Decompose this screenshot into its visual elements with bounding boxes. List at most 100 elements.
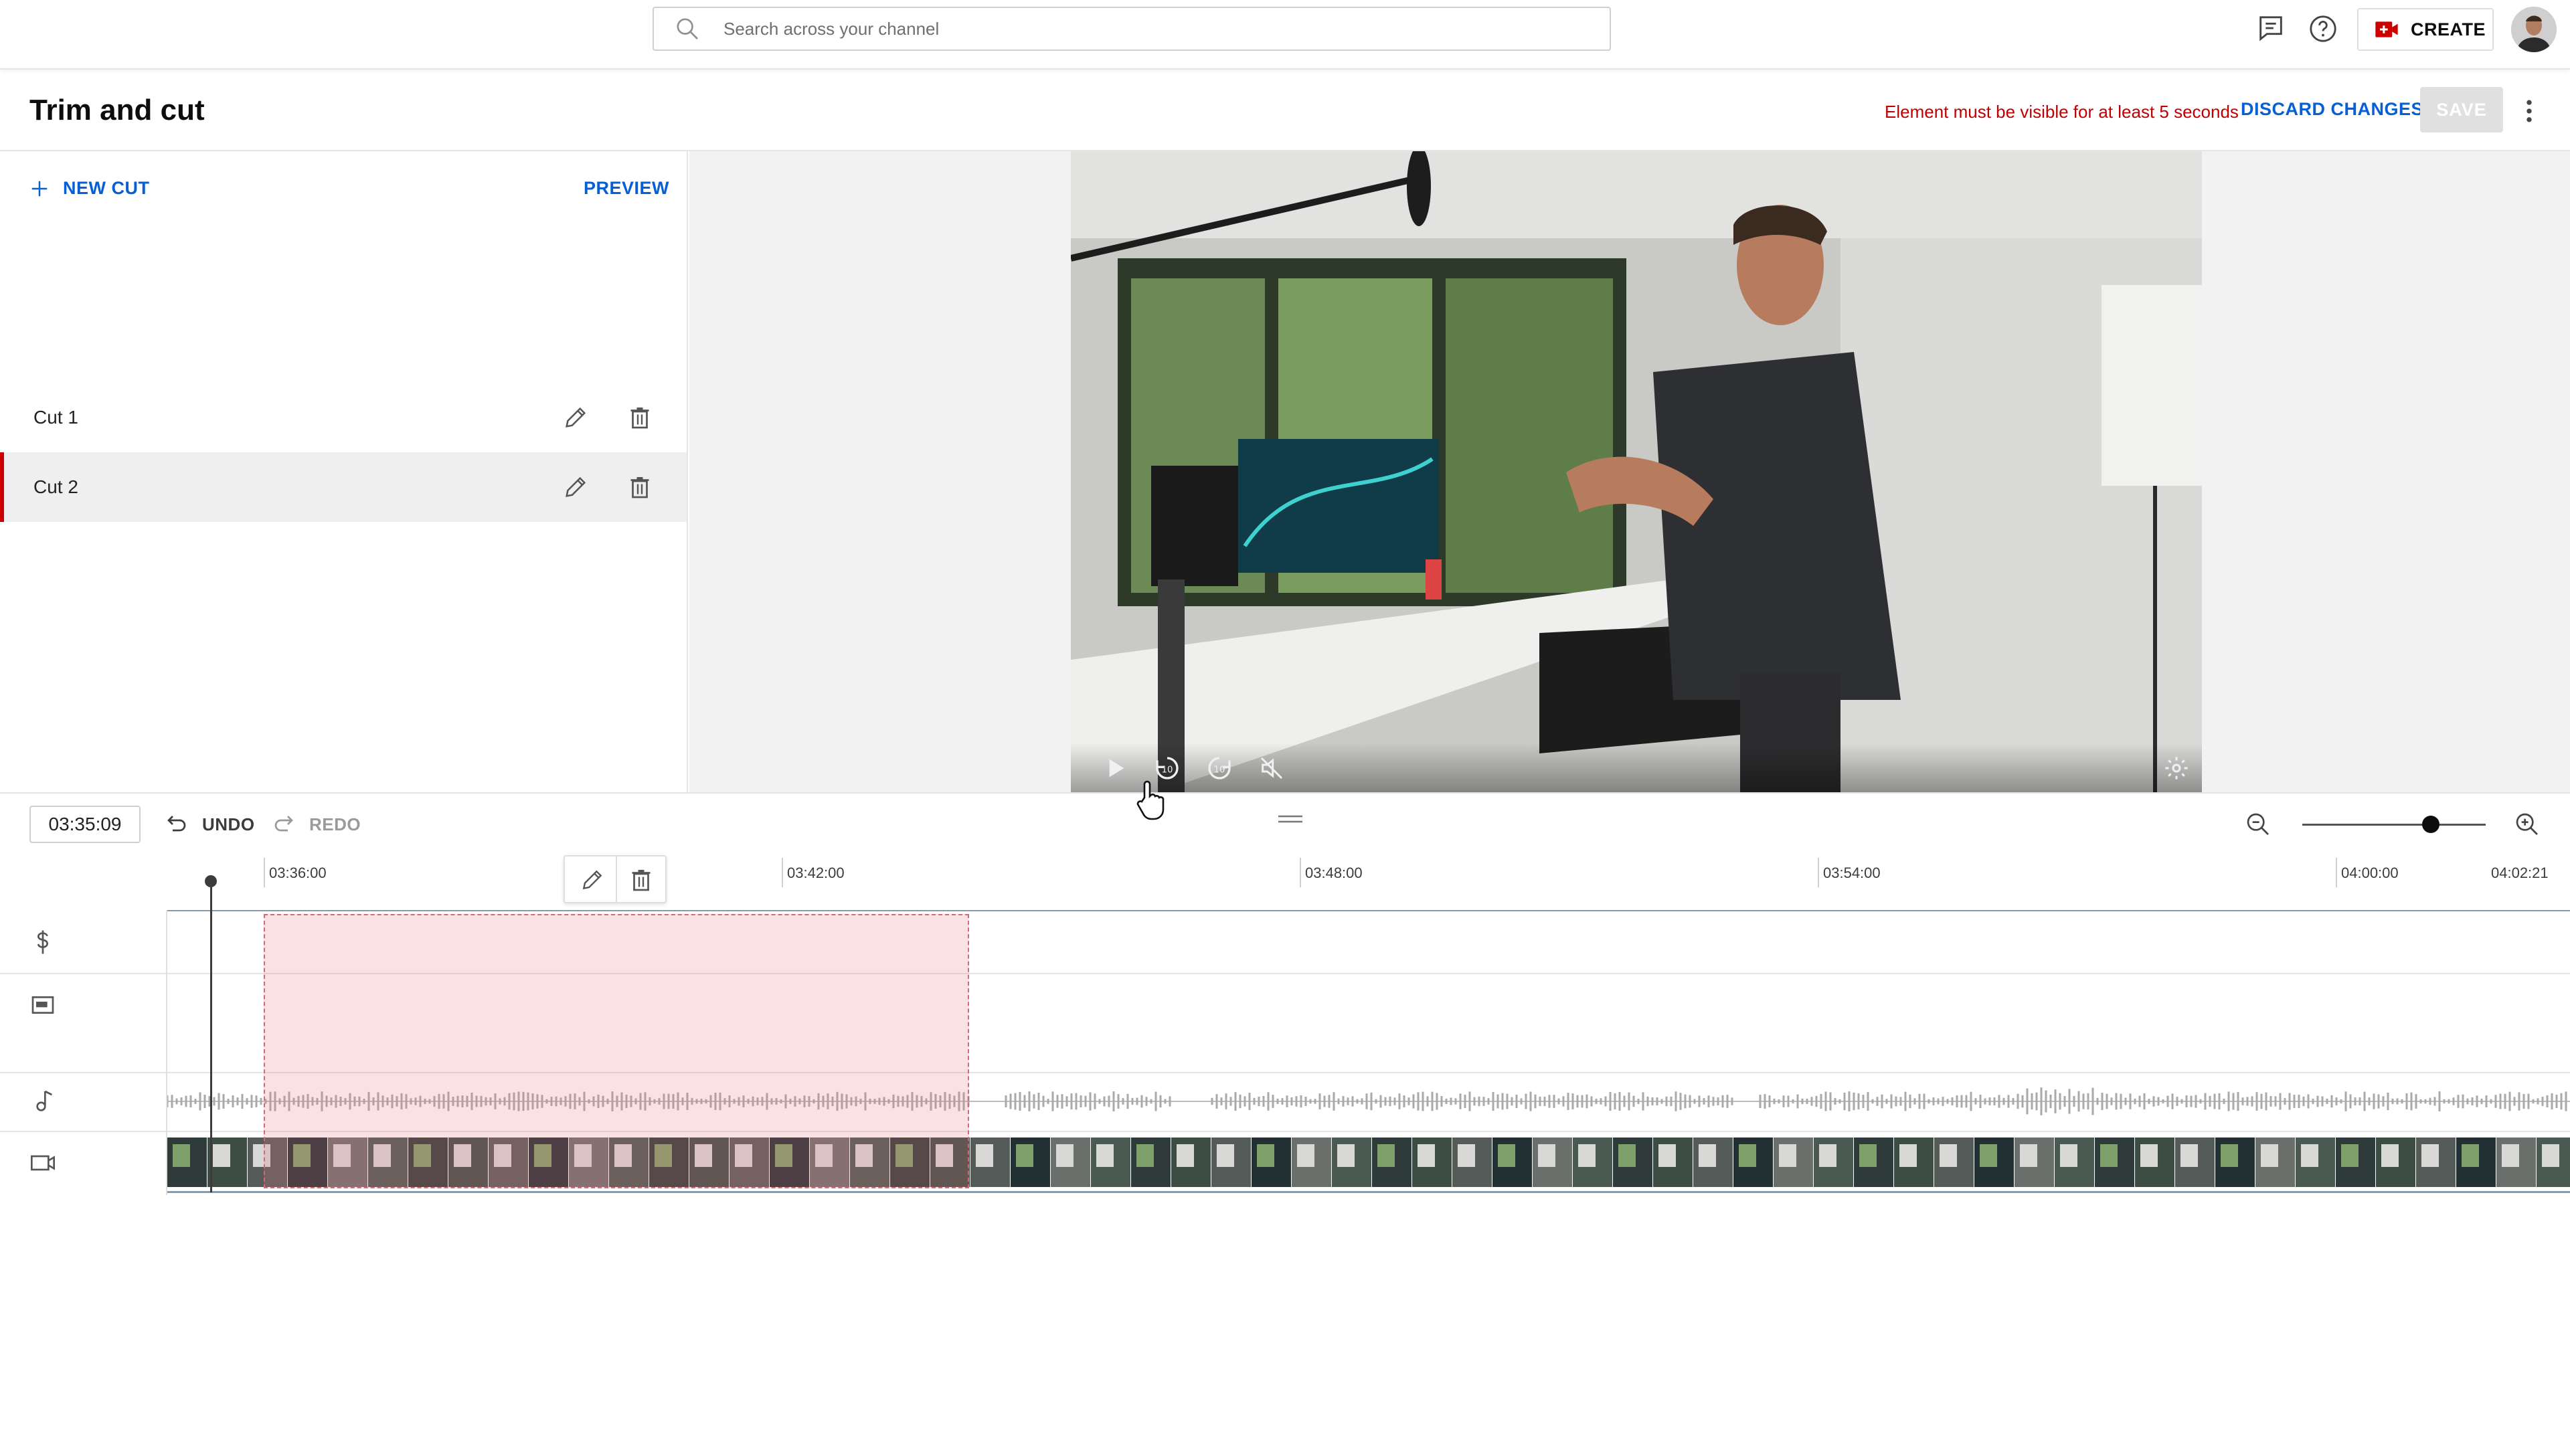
cut-item-1[interactable]: Cut 1	[0, 383, 687, 452]
filmstrip-frame-detail	[1538, 1144, 1555, 1167]
delete-icon[interactable]	[628, 404, 652, 431]
ruler-label-end: 04:02:21	[2491, 864, 2549, 881]
help-icon[interactable]	[2308, 13, 2338, 44]
create-button[interactable]: CREATE	[2357, 8, 2494, 51]
filmstrip-frame-detail	[1899, 1144, 1917, 1167]
cut-region-toolbar	[564, 855, 667, 903]
undo-icon	[167, 816, 186, 832]
zoom-slider-thumb[interactable]	[2421, 816, 2439, 833]
preview-button[interactable]: PREVIEW	[584, 178, 669, 199]
ruler-label: 03:54:00	[1823, 864, 1881, 881]
redo-button[interactable]: REDO	[272, 812, 361, 836]
filmstrip-frame-detail	[1739, 1144, 1756, 1167]
filmstrip-frame-detail	[213, 1144, 230, 1167]
filmstrip-frame-detail	[1819, 1144, 1836, 1167]
edit-icon[interactable]	[562, 474, 589, 500]
video-track-icon	[31, 1155, 55, 1171]
filmstrip-frame-detail	[1056, 1144, 1074, 1167]
settings-icon[interactable]	[2163, 755, 2190, 782]
filmstrip-frame-detail	[1779, 1144, 1796, 1167]
filmstrip-frame-detail	[1337, 1144, 1355, 1167]
video-frame	[1071, 151, 2202, 792]
cut-item-label: Cut 1	[33, 407, 78, 428]
monetization-track-icon	[37, 930, 49, 954]
filmstrip-frame-detail	[2261, 1144, 2278, 1167]
create-label: CREATE	[2411, 19, 2486, 39]
ruler-tick	[2336, 858, 2337, 887]
ruler-baseline	[167, 910, 2570, 911]
ruler-tick	[264, 858, 265, 887]
hand-cursor-icon	[1136, 780, 1165, 820]
ruler-label: 03:36:00	[269, 864, 327, 881]
filmstrip-frame-detail	[2020, 1144, 2037, 1167]
top-bar: Search across your channel CREATE	[0, 0, 2570, 70]
search-box[interactable]: Search across your channel	[653, 7, 1611, 51]
create-video-icon	[2375, 21, 2398, 37]
captions-track-icon	[31, 996, 54, 1014]
redo-icon	[274, 816, 293, 832]
edit-icon[interactable]	[580, 867, 605, 893]
filmstrip-frame-detail	[1980, 1144, 1997, 1167]
playhead[interactable]	[210, 877, 212, 1192]
filmstrip-frame-detail	[2381, 1144, 2399, 1167]
audio-track-icon	[36, 1090, 52, 1111]
filmstrip-frame-detail	[1016, 1144, 1033, 1167]
player-controls: 10 10	[1071, 743, 2202, 792]
cut-item-label: Cut 2	[33, 476, 78, 497]
playhead-handle[interactable]	[205, 875, 217, 887]
filmstrip-frame-detail	[2462, 1144, 2479, 1167]
filmstrip-frame-detail	[2221, 1144, 2238, 1167]
filmstrip-frame-detail	[1699, 1144, 1716, 1167]
discard-changes-button[interactable]: DISCARD CHANGES	[2241, 99, 2423, 120]
forward-10-icon[interactable]: 10	[1206, 755, 1233, 782]
edit-icon[interactable]	[562, 404, 589, 431]
more-options-icon[interactable]	[2519, 96, 2539, 126]
search-input[interactable]: Search across your channel	[723, 19, 939, 39]
video-preview[interactable]	[1071, 151, 2202, 792]
filmstrip-frame-detail	[1177, 1144, 1194, 1167]
filmstrip-frame-detail	[173, 1144, 190, 1167]
filmstrip-frame-detail	[2100, 1144, 2118, 1167]
undo-button[interactable]: UNDO	[165, 812, 255, 836]
rewind-10-icon[interactable]: 10	[1154, 755, 1181, 782]
page-title: Trim and cut	[29, 94, 205, 126]
timecode-field[interactable]: 03:35:09	[29, 806, 141, 843]
filmstrip-frame-detail	[1498, 1144, 1515, 1167]
filmstrip-frame-detail	[1940, 1144, 1957, 1167]
cuts-panel: NEW CUT PREVIEW Cut 1 Cut 2	[0, 151, 688, 794]
filmstrip-frame-detail	[1578, 1144, 1596, 1167]
cut-region[interactable]	[264, 914, 969, 1188]
filmstrip-frame-detail	[2060, 1144, 2077, 1167]
zoom-out-icon[interactable]	[2245, 811, 2272, 838]
page-header: Trim and cut Element must be visible for…	[0, 70, 2570, 151]
avatar-image	[2511, 7, 2557, 52]
mute-icon[interactable]	[1258, 755, 1285, 782]
filmstrip-frame-detail	[1859, 1144, 1877, 1167]
ruler-tick	[1300, 858, 1301, 887]
zoom-slider[interactable]	[2302, 824, 2486, 826]
filmstrip-frame-detail	[1297, 1144, 1314, 1167]
filmstrip-frame-detail	[1096, 1144, 1114, 1167]
zoom-in-icon[interactable]	[2514, 811, 2541, 838]
filmstrip-frame-detail	[1136, 1144, 1154, 1167]
undo-label: UNDO	[202, 814, 255, 834]
cut-item-2[interactable]: Cut 2	[0, 452, 687, 522]
avatar[interactable]	[2511, 7, 2557, 52]
resize-handle-icon[interactable]	[1277, 812, 1304, 826]
filmstrip-frame-detail	[976, 1144, 993, 1167]
play-icon[interactable]	[1102, 755, 1128, 782]
filmstrip-frame-detail	[2180, 1144, 2198, 1167]
filmstrip-frame-detail	[1418, 1144, 1435, 1167]
svg-text:10: 10	[1162, 765, 1173, 776]
save-button[interactable]: SAVE	[2420, 87, 2503, 132]
feedback-icon[interactable]	[2255, 13, 2286, 44]
delete-icon[interactable]	[628, 474, 652, 500]
filmstrip-frame-detail	[2421, 1144, 2439, 1167]
filmstrip-frame-detail	[2502, 1144, 2519, 1167]
ruler-label: 03:48:00	[1305, 864, 1363, 881]
filmstrip-frame-detail	[2301, 1144, 2318, 1167]
new-cut-button[interactable]: NEW CUT	[29, 178, 149, 199]
ruler-label: 04:00:00	[2341, 864, 2399, 881]
delete-icon[interactable]	[629, 867, 653, 893]
ruler-tick	[1818, 858, 1819, 887]
